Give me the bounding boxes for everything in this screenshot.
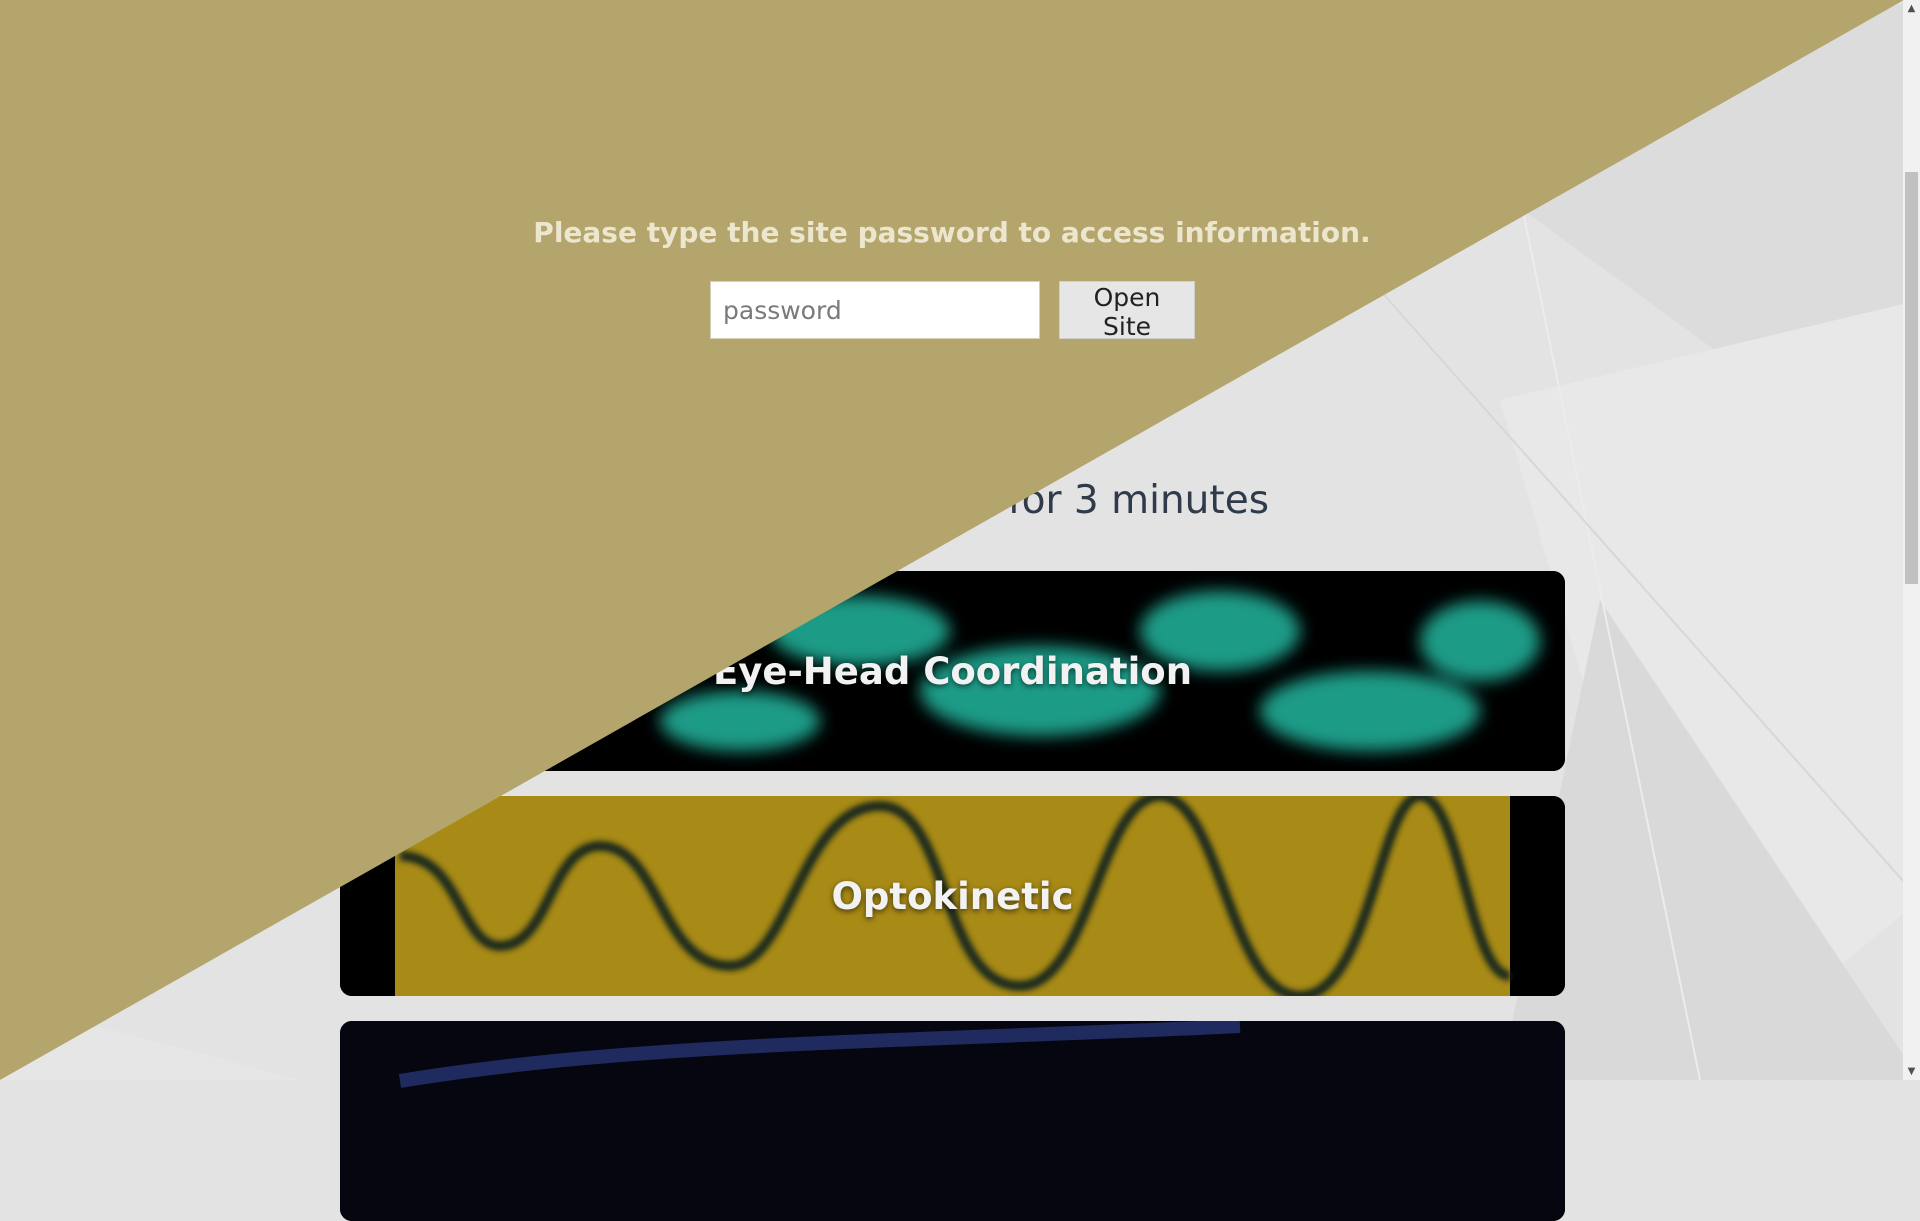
open-site-button[interactable]: Open Site [1059,281,1195,341]
background-text-line-2: ely closed for 3 minutes [800,478,1270,523]
card-title: Eye-Head Coordination [712,649,1193,693]
password-input[interactable] [710,281,1040,339]
card-third[interactable] [340,1021,1565,1221]
password-prompt: Please type the site password to access … [533,216,1371,249]
scrollbar-thumb[interactable] [1905,172,1918,584]
scroll-up-arrow-icon[interactable]: ▲ [1903,0,1920,17]
card-title: Optokinetic [831,874,1074,918]
dark-blue-image [340,1021,1565,1221]
card-optokinetic[interactable]: Optokinetic [340,796,1565,996]
card-eye-head-coordination[interactable]: Eye-Head Coordination [340,571,1565,771]
scroll-down-arrow-icon[interactable]: ▼ [1903,1063,1920,1080]
